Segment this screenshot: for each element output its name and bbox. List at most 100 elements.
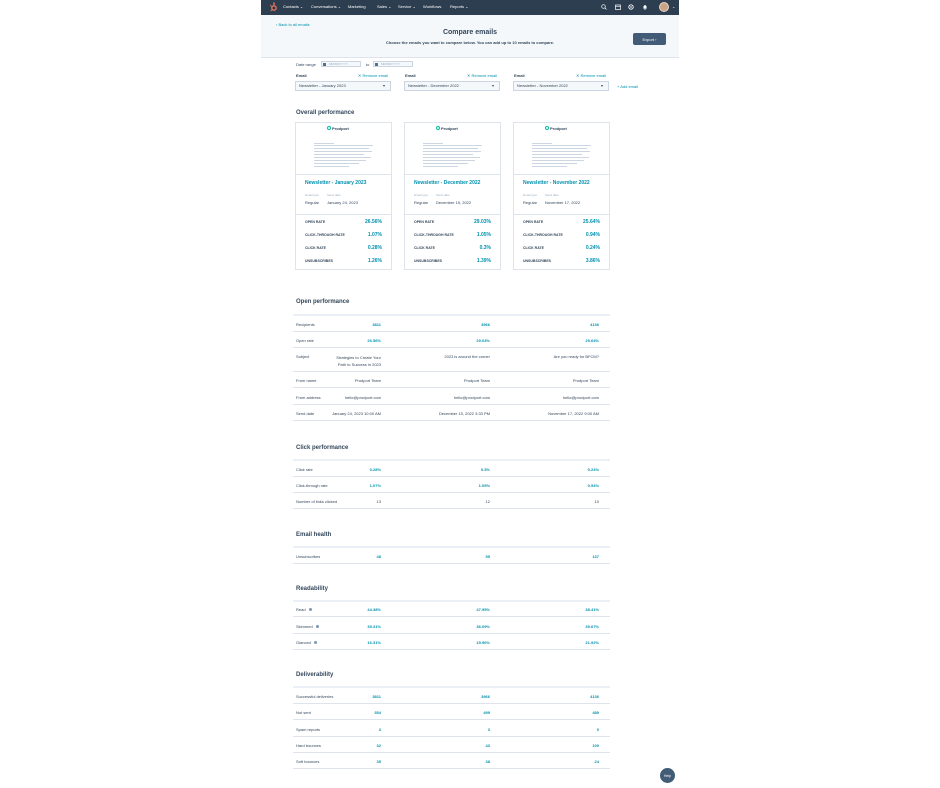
send-date-label: Send date <box>545 193 559 197</box>
info-icon[interactable] <box>308 608 312 612</box>
info-icon[interactable] <box>315 625 319 629</box>
row-label: Read <box>296 607 312 612</box>
nav-conversations[interactable]: Conversations ⌄ <box>311 4 341 9</box>
nav-workflows[interactable]: Workflows <box>423 4 441 9</box>
table-cell[interactable]: 0.24% <box>588 467 599 472</box>
row-label: Successful deliveries <box>296 694 333 699</box>
stat-value[interactable]: 1.39% <box>477 258 491 264</box>
help-button[interactable]: Help <box>660 768 675 783</box>
table-cell[interactable]: 100 <box>592 743 599 748</box>
row-label-text: Recipients <box>296 322 315 327</box>
notifications-icon[interactable] <box>642 4 648 10</box>
add-email-link[interactable]: + Add email <box>617 84 638 89</box>
table-cell[interactable]: 0 <box>597 727 599 732</box>
remove-email-3-link[interactable]: ✕ Remove email <box>576 73 606 78</box>
nav-reports[interactable]: Reports ⌄ <box>450 4 469 9</box>
date-to-input[interactable]: MM/DD/YYYY <box>373 61 413 67</box>
user-avatar[interactable] <box>659 2 669 12</box>
email-name-link[interactable]: Newsletter - December 2022 <box>414 180 480 186</box>
stat-value[interactable]: 25.64% <box>583 219 600 225</box>
table-cell[interactable]: 3811 <box>372 694 381 699</box>
stat-value[interactable]: 1.05% <box>477 232 491 238</box>
stat-value[interactable]: 0.24% <box>586 245 600 251</box>
remove-email-2-link[interactable]: ✕ Remove email <box>467 73 497 78</box>
table-cell[interactable]: 489 <box>592 710 599 715</box>
email-preview-thumbnail[interactable]: Prodport <box>296 123 391 175</box>
export-button[interactable]: Export › <box>633 33 666 45</box>
table-cell[interactable]: 16.31% <box>367 640 381 645</box>
table-cell[interactable]: 0.3% <box>481 467 490 472</box>
table-cell[interactable]: 3966 <box>481 694 490 699</box>
stat-value[interactable]: 0.3% <box>480 245 491 251</box>
email-name-link[interactable]: Newsletter - January 2023 <box>305 180 366 186</box>
stat-value[interactable]: 0.28% <box>368 245 382 251</box>
nav-sales[interactable]: Sales ⌄ <box>377 4 392 9</box>
info-icon[interactable] <box>313 641 317 645</box>
remove-email-1-link[interactable]: ✕ Remove email <box>358 73 388 78</box>
table-cell[interactable]: 36.09% <box>476 624 490 629</box>
table-cell[interactable]: 1.05% <box>479 483 490 488</box>
row-divider <box>293 563 610 564</box>
row-label-text: Subject <box>296 354 310 359</box>
table-cell[interactable]: 38 <box>486 759 490 764</box>
table-cell[interactable]: 21.92% <box>585 640 599 645</box>
table-cell[interactable]: 35 <box>377 759 381 764</box>
deliverability-title: Deliverability <box>296 672 334 678</box>
email-3-select[interactable]: Newsletter - November 2022 ▾ <box>513 81 609 91</box>
email-2-select[interactable]: Newsletter - December 2022 ▾ <box>404 81 500 91</box>
table-cell[interactable]: 39.67% <box>585 624 599 629</box>
table-cell[interactable]: 39.31% <box>367 624 381 629</box>
nav-contacts[interactable]: Contacts ⌄ <box>283 4 303 9</box>
nav-marketing[interactable]: Marketing <box>348 4 366 9</box>
table-cell[interactable]: 3 <box>379 727 381 732</box>
stat-value[interactable]: 0.94% <box>586 232 600 238</box>
table-cell[interactable]: 25.64% <box>585 338 599 343</box>
marketplace-icon[interactable] <box>615 4 621 10</box>
settings-icon[interactable] <box>628 4 634 10</box>
stat-label: UNSUBSCRIBES <box>305 259 334 263</box>
table-cell[interactable]: 0.94% <box>588 483 599 488</box>
chevron-down-icon[interactable]: ⌄ <box>672 4 675 9</box>
table-cell[interactable]: 4136 <box>590 694 599 699</box>
table-cell[interactable]: 24 <box>595 759 599 764</box>
nav-service[interactable]: Service ⌄ <box>398 4 416 9</box>
brand-name: Prodport <box>332 126 349 131</box>
stat-value[interactable]: 3.86% <box>586 258 600 264</box>
table-cell[interactable]: 48 <box>377 554 381 559</box>
date-from-input[interactable]: MM/DD/YYYY <box>321 61 361 67</box>
table-cell[interactable]: 26.56% <box>367 338 381 343</box>
table-cell[interactable]: 0.28% <box>370 467 381 472</box>
table-cell[interactable]: 354 <box>374 710 381 715</box>
back-to-all-emails-link[interactable]: ‹ Back to all emails <box>276 22 310 27</box>
search-icon[interactable] <box>601 4 607 10</box>
table-cell: November 17, 2022 9:00 AM <box>548 411 599 416</box>
table-cell[interactable]: 137 <box>592 554 599 559</box>
table-cell[interactable]: 3 <box>488 727 490 732</box>
preview-text-line <box>314 145 373 146</box>
stat-value[interactable]: 26.56% <box>365 219 382 225</box>
table-cell[interactable]: 1.07% <box>370 483 381 488</box>
table-cell[interactable]: 3811 <box>372 322 381 327</box>
table-cell[interactable]: 43 <box>486 743 490 748</box>
hubspot-logo-icon[interactable] <box>268 2 278 12</box>
section-divider <box>293 686 610 688</box>
table-cell[interactable]: 15.96% <box>476 640 490 645</box>
row-label-text: From address <box>296 395 321 400</box>
table-cell[interactable]: 3966 <box>481 322 490 327</box>
table-cell[interactable]: 44.38% <box>367 607 381 612</box>
table-cell[interactable]: 29.03% <box>476 338 490 343</box>
table-cell[interactable]: 32 <box>377 743 381 748</box>
email-preview-thumbnail[interactable]: Prodport <box>514 123 609 175</box>
table-cell[interactable]: 55 <box>486 554 490 559</box>
table-cell[interactable]: 499 <box>483 710 490 715</box>
preview-text-line <box>423 145 482 146</box>
email-preview-thumbnail[interactable]: Prodport <box>405 123 500 175</box>
email-1-select[interactable]: Newsletter - January 2023 ▾ <box>295 81 391 91</box>
table-cell[interactable]: 4136 <box>590 322 599 327</box>
table-cell[interactable]: 47.95% <box>476 607 490 612</box>
stat-value[interactable]: 1.07% <box>368 232 382 238</box>
stat-value[interactable]: 1.26% <box>368 258 382 264</box>
email-name-link[interactable]: Newsletter - November 2022 <box>523 180 590 186</box>
table-cell[interactable]: 38.41% <box>585 607 599 612</box>
stat-value[interactable]: 29.03% <box>474 219 491 225</box>
